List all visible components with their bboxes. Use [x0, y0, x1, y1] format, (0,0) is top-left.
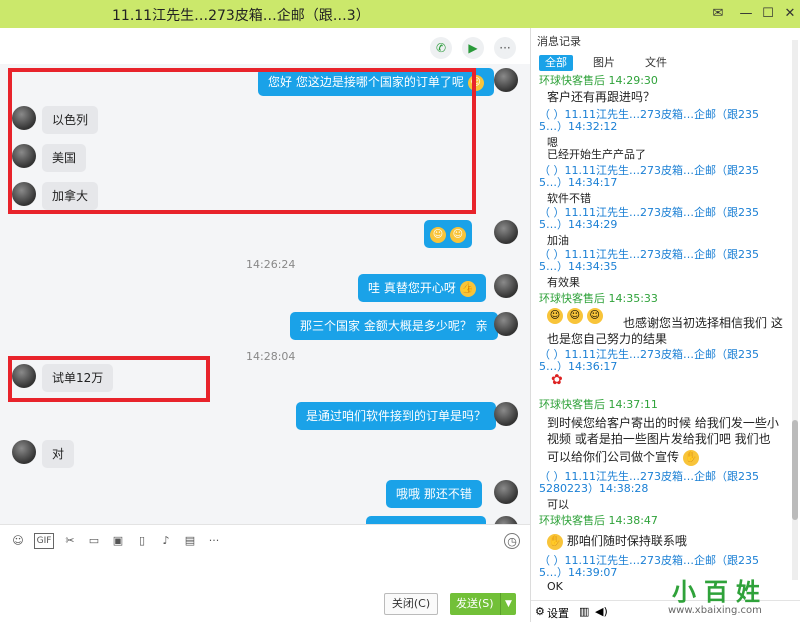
delete-icon[interactable]: ▥ [579, 605, 589, 618]
thumbs-up-icon: 👍 [459, 280, 476, 297]
avatar[interactable] [12, 144, 36, 168]
emoji-icon: ☺ [566, 308, 583, 324]
minimize-icon[interactable]: — [736, 4, 756, 24]
sound-icon[interactable]: ◀) [595, 605, 608, 618]
history-sender-time: 5…）14:32:12 [539, 120, 618, 133]
video-icon[interactable]: ▶ [462, 37, 484, 59]
send-button[interactable]: 发送(S) ▼ [450, 593, 516, 615]
message-bubble: 试单12万 [42, 364, 114, 392]
history-sender-time: 5…）14:34:35 [539, 260, 618, 273]
history-sender-time: 5…）14:39:07 [539, 566, 618, 579]
message-bubble: 是通过咱们软件接到的订单是吗？ [296, 402, 497, 430]
message-bubble: 以色列 [42, 106, 99, 134]
history-message: 也是您自己努力的结果 [547, 332, 668, 346]
history-sender: 环球快客售后 14:38:47 [539, 514, 658, 527]
scissors-icon[interactable]: ✂ [62, 533, 78, 549]
gif-icon[interactable]: GIF [34, 533, 54, 549]
image-icon[interactable]: ▣ [110, 533, 126, 549]
emoji-icon: ☺ [467, 74, 484, 91]
input-area[interactable]: ☺ GIF ✂ ▭ ▣ ▯ ♪ ▤ ··· ◷ 关闭(C) 发送(S) ▼ [0, 524, 530, 622]
emoji-row: ☺ ☺ ☺ [547, 308, 603, 324]
red-packet-icon[interactable]: ▤ [182, 533, 198, 549]
message-bubble: 哦哦 那还不错 [386, 480, 482, 508]
history-message: 到时候您给客户寄出的时候 给我们发一些小 [547, 416, 779, 430]
maximize-icon[interactable]: ☐ [758, 4, 778, 24]
history-sender: 环球快客售后 14:37:11 [539, 398, 658, 411]
avatar[interactable] [12, 182, 36, 206]
history-sender-time: 5…）14:34:17 [539, 176, 618, 189]
shake-icon[interactable]: ▯ [134, 533, 150, 549]
history-message: 可以给你们公司做个宣传 ✋ [547, 449, 699, 466]
handshake-icon: ✋ [682, 449, 699, 466]
timestamp: 14:26:24 [246, 258, 296, 271]
tab-all[interactable]: 全部 [539, 55, 573, 71]
history-message: 也感谢您当初选择相信我们 这 [623, 316, 783, 330]
tab-images[interactable]: 图片 [587, 55, 621, 71]
avatar[interactable] [494, 312, 518, 336]
history-message: 已经开始生产产品了 [547, 148, 646, 161]
history-sender: 环球快客售后 14:35:33 [539, 292, 658, 305]
emoji-icon: ☺ [586, 308, 603, 324]
message-bubble: ☺ ☺ [424, 220, 472, 248]
history-sender: 环球快客售后 14:29:30 [539, 74, 658, 87]
message-bubble: 哇 真替您开心呀 👍 [358, 274, 486, 302]
title-bar: 11.11江先生…273皮箱…企邮（跟…3） ✉ — ☐ ✕ [0, 0, 800, 28]
avatar[interactable] [494, 516, 518, 524]
emoji-icon: ☺ [430, 226, 446, 243]
history-message: 可以 [547, 498, 569, 511]
more-tools-icon[interactable]: ··· [206, 533, 222, 549]
message-bubble: 那三个国家 金额大概是多少呢？ 亲 [290, 312, 498, 340]
message-bubble: 加拿大 [42, 182, 99, 210]
close-icon[interactable]: ✕ [780, 4, 800, 24]
history-scrollbar-thumb[interactable] [792, 420, 798, 520]
send-label: 发送(S) [456, 597, 494, 610]
history-message: OK [547, 580, 563, 593]
watermark-url: www.xbaixing.com [668, 605, 762, 616]
history-sender-time: 5280223）14:38:28 [539, 482, 649, 495]
history-message: 有效果 [547, 276, 580, 289]
avatar[interactable] [494, 68, 518, 92]
close-button[interactable]: 关闭(C) [384, 593, 438, 615]
avatar[interactable] [12, 364, 36, 388]
tab-files[interactable]: 文件 [639, 55, 673, 71]
emoji-picker-icon[interactable]: ☺ [10, 533, 26, 549]
window-title: 11.11江先生…273皮箱…企邮（跟…3） [112, 8, 370, 24]
rose-icon: ✿ [551, 372, 563, 388]
timestamp: 14:28:04 [246, 350, 296, 363]
avatar[interactable] [494, 220, 518, 244]
watermark-logo: 小百姓 [672, 578, 768, 606]
more-icon[interactable]: ··· [494, 37, 516, 59]
message-bubble: 对 [42, 440, 75, 468]
history-sender-time: 5…）14:34:29 [539, 218, 618, 231]
music-icon[interactable]: ♪ [158, 533, 174, 549]
settings-icon[interactable]: ⚙ [535, 605, 545, 618]
history-clock-icon[interactable]: ◷ [504, 533, 520, 549]
history-message: 客户还有再跟进吗？ [547, 90, 656, 104]
emoji-icon: ☺ [547, 308, 563, 324]
history-title: 消息记录 [537, 35, 581, 48]
phone-icon[interactable]: ✆ [430, 37, 452, 59]
history-message: ✋ 那咱们随时保持联系哦 [547, 533, 687, 550]
avatar[interactable] [494, 274, 518, 298]
skin-icon[interactable]: ✉ [708, 4, 728, 24]
handshake-icon: ✋ [547, 533, 563, 550]
settings-label[interactable]: 设置 [547, 605, 569, 621]
avatar[interactable] [12, 440, 36, 464]
message-bubble: 美国 [42, 144, 87, 172]
message-history-panel: 消息记录 全部 图片 文件 环球快客售后 14:29:30 客户还有再跟进吗？ … [530, 28, 800, 622]
chevron-down-icon[interactable]: ▼ [500, 593, 516, 615]
history-message: 视频 或者是拍一些图片发给我们吧 我们也 [547, 432, 771, 446]
emoji-icon: ☺ [449, 226, 466, 243]
folder-icon[interactable]: ▭ [86, 533, 102, 549]
message-bubble: 您好 您这边是接哪个国家的订单了呢 ☺ [258, 68, 494, 96]
avatar[interactable] [494, 402, 518, 426]
message-bubble [366, 516, 486, 524]
chat-area: 您好 您这边是接哪个国家的订单了呢 ☺ 以色列 美国 加拿大 ☺ ☺ 14:26… [0, 64, 530, 524]
avatar[interactable] [12, 106, 36, 130]
avatar[interactable] [494, 480, 518, 504]
